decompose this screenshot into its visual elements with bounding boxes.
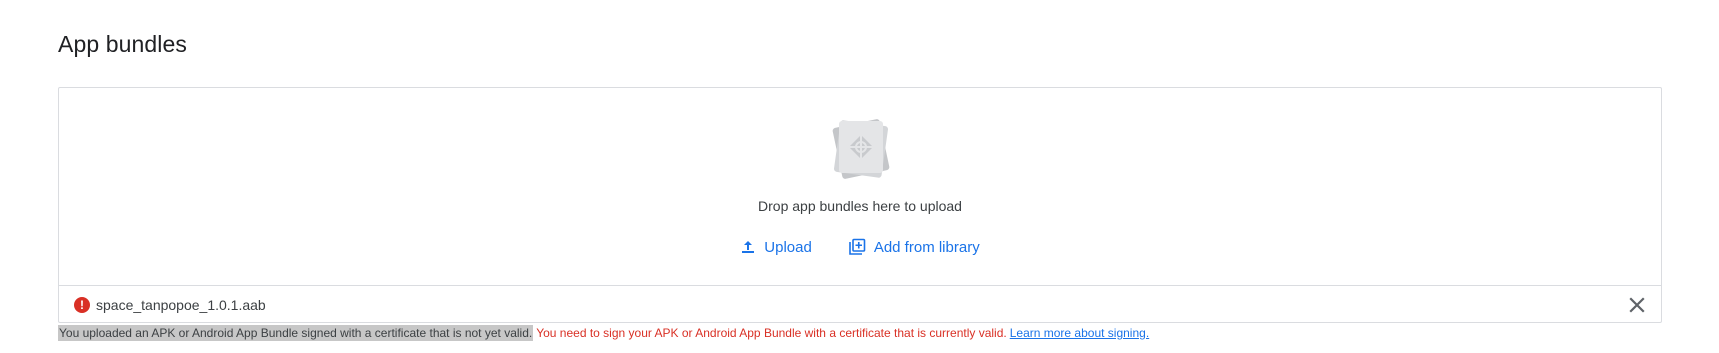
uploaded-file-row: ! space_tanpopoe_1.0.1.aab (59, 286, 1661, 323)
dropzone[interactable]: Drop app bundles here to upload Upload A… (59, 88, 1661, 285)
upload-icon (742, 241, 755, 253)
upload-label: Upload (764, 238, 812, 256)
learn-more-link[interactable]: Learn more about signing. (1010, 326, 1149, 340)
error-message: You uploaded an APK or Android App Bundl… (58, 325, 534, 341)
upload-card: Drop app bundles here to upload Upload A… (58, 87, 1662, 323)
file-name: space_tanpopoe_1.0.1.aab (96, 296, 266, 313)
add-library-icon (849, 238, 866, 255)
error-instruction: You need to sign your APK or Android App… (536, 326, 1007, 340)
app-bundles-page: App bundles Drop app bundles here to upl… (0, 0, 1719, 353)
upload-actions: Upload Add from library (59, 234, 1661, 260)
section-title: App bundles (58, 31, 187, 57)
app-bundle-stack-icon (832, 119, 890, 179)
add-from-library-label: Add from library (873, 238, 980, 256)
error-message-line: You uploaded an APK or Android App Bundl… (58, 325, 1149, 341)
dropzone-text: Drop app bundles here to upload (758, 198, 962, 214)
error-icon: ! (74, 296, 90, 313)
close-icon[interactable] (1627, 295, 1647, 315)
upload-button[interactable]: Upload (734, 234, 818, 260)
add-from-library-button[interactable]: Add from library (842, 234, 986, 260)
